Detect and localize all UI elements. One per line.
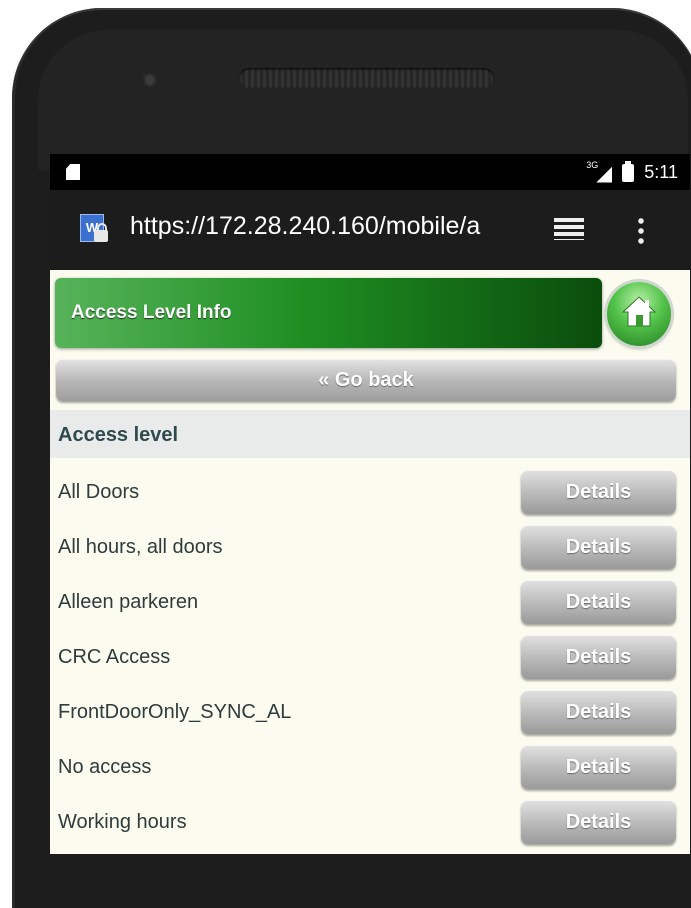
go-back-button[interactable]: « Go back	[56, 359, 676, 401]
list-item: No access Details	[50, 741, 690, 796]
list-item: Working hours Details	[50, 796, 690, 851]
sd-card-icon	[66, 164, 80, 180]
home-icon	[622, 296, 656, 327]
details-button[interactable]: Details	[521, 580, 676, 624]
access-level-name: All hours, all doors	[58, 536, 223, 558]
access-level-name: Working hours	[58, 811, 187, 833]
front-camera-icon	[145, 75, 155, 85]
access-level-name: Alleen parkeren	[58, 591, 199, 613]
tabs-icon[interactable]	[554, 218, 584, 240]
access-level-name: No access	[58, 756, 152, 778]
access-level-list: All Doors Details All hours, all doors D…	[50, 466, 690, 851]
url-field[interactable]: https://172.28.240.160/mobile/a	[130, 212, 530, 241]
access-level-name: CRC Access	[58, 646, 171, 668]
home-button[interactable]	[607, 282, 671, 346]
details-button[interactable]: Details	[521, 525, 676, 569]
phone-frame: 3G 5:11 W https://172.28.240.160/mobile/…	[12, 8, 691, 908]
status-right: 3G 5:11	[586, 160, 678, 183]
page-title: Access Level Info	[71, 302, 232, 323]
battery-icon	[622, 160, 635, 182]
details-button[interactable]: Details	[521, 470, 676, 514]
speaker-grille-icon	[239, 68, 494, 88]
list-item: All Doors Details	[50, 466, 690, 521]
status-bar: 3G 5:11	[50, 154, 690, 190]
network-type: 3G	[586, 159, 599, 170]
page-header: Access Level Info	[55, 278, 602, 348]
access-level-name: FrontDoorOnly_SYNC_AL	[58, 701, 292, 723]
phone-bezel	[38, 30, 688, 170]
access-level-name: All Doors	[58, 481, 140, 503]
list-item: FrontDoorOnly_SYNC_AL Details	[50, 686, 690, 741]
status-time: 5:11	[644, 162, 678, 182]
details-button[interactable]: Details	[521, 690, 676, 734]
phone-screen: 3G 5:11 W https://172.28.240.160/mobile/…	[50, 154, 690, 854]
lock-icon	[94, 223, 108, 242]
section-title: Access level	[58, 424, 179, 446]
section-header: Access level	[50, 410, 690, 458]
details-button[interactable]: Details	[521, 745, 676, 789]
browser-toolbar: W https://172.28.240.160/mobile/a	[50, 190, 690, 270]
list-item: CRC Access Details	[50, 631, 690, 686]
list-item: Alleen parkeren Details	[50, 576, 690, 631]
details-button[interactable]: Details	[521, 800, 676, 844]
overflow-menu-icon[interactable]	[638, 216, 644, 244]
signal-icon: 3G	[586, 160, 612, 183]
list-item: All hours, all doors Details	[50, 521, 690, 576]
details-button[interactable]: Details	[521, 635, 676, 679]
